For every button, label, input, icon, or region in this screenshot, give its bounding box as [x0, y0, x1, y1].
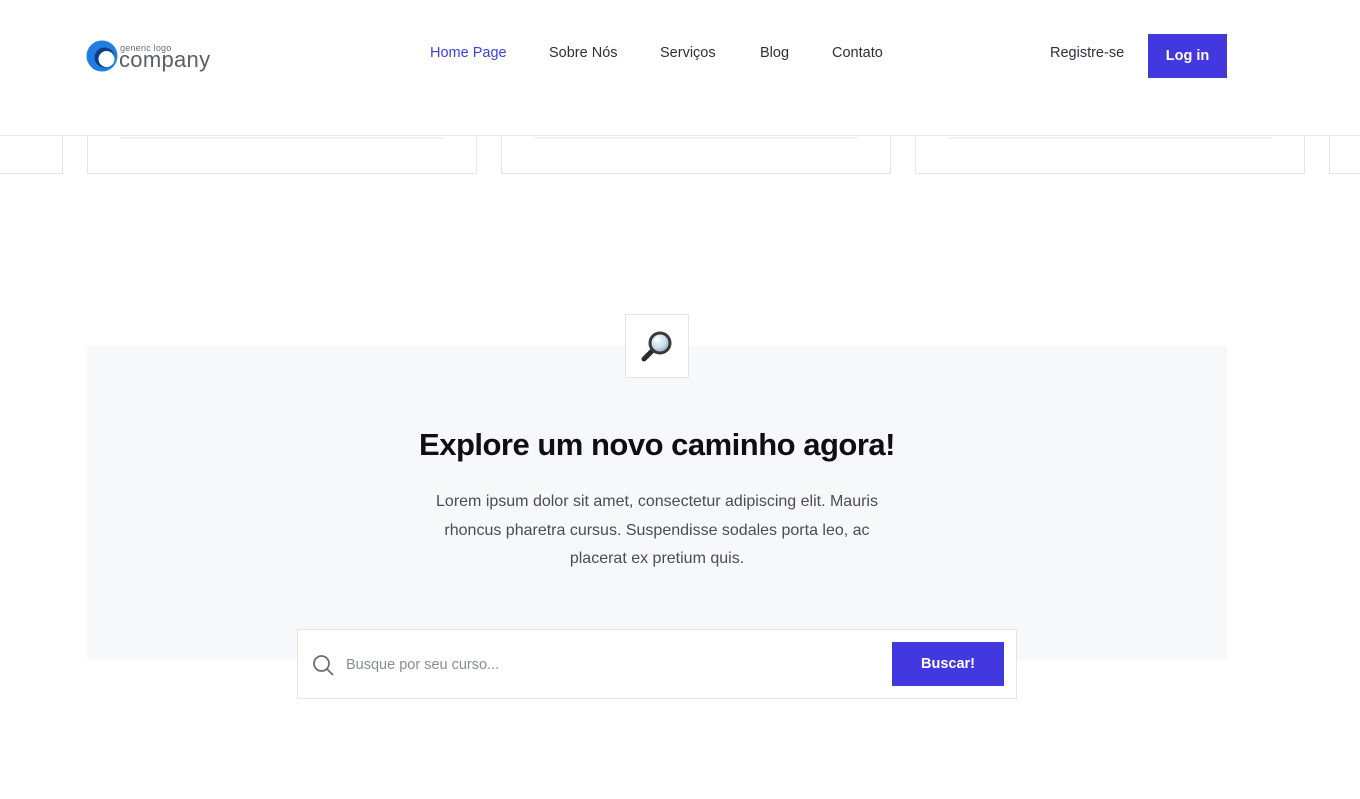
search-icon [313, 655, 334, 676]
card-divider [534, 137, 858, 139]
logo-icon [86, 40, 118, 72]
logo-wordmark: company [119, 47, 211, 72]
search-button[interactable]: Buscar! [892, 642, 1004, 686]
login-button[interactable]: Log in [1148, 34, 1227, 78]
explore-title: Explore um novo caminho agora! [419, 427, 895, 462]
course-search-bar: Buscar! [297, 629, 1017, 699]
magnifying-glass-icon [641, 331, 672, 362]
nav-item-contato[interactable]: Contato [832, 45, 883, 61]
register-link[interactable]: Registre-se [1050, 45, 1124, 61]
company-logo[interactable]: generic logo company [86, 40, 216, 74]
explore-description: Lorem ipsum dolor sit amet, consectetur … [436, 493, 878, 567]
explore-icon-badge [625, 314, 689, 378]
nav-item-home[interactable]: Home Page [430, 45, 507, 61]
card-divider [948, 137, 1272, 139]
nav-item-blog[interactable]: Blog [760, 45, 789, 61]
nav-item-servicos[interactable]: Serviços [660, 45, 716, 61]
search-input[interactable] [344, 651, 874, 679]
card-divider [120, 137, 444, 139]
nav-item-sobre-nos[interactable]: Sobre Nós [549, 45, 618, 61]
site-header: generic logo company Home Page Sobre Nós… [0, 0, 1360, 136]
